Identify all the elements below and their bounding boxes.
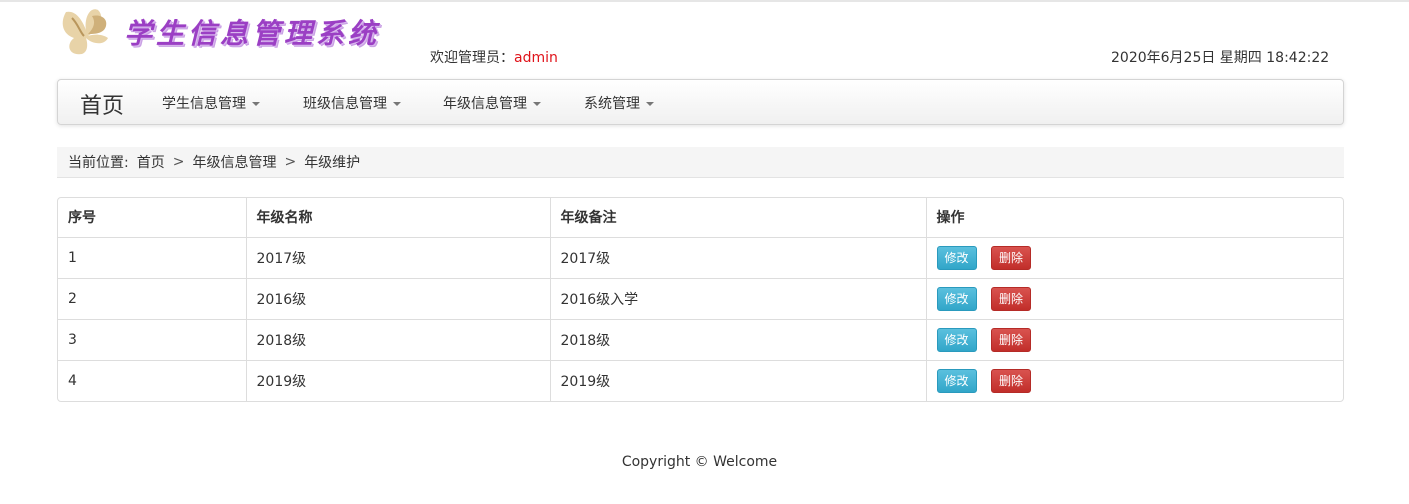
current-datetime: 2020年6月25日 星期四 18:42:22 xyxy=(1111,50,1330,66)
cell-actions: 修改 删除 xyxy=(926,278,1343,320)
nav-menu-label: 班级信息管理 xyxy=(303,96,387,112)
nav-menu-label: 学生信息管理 xyxy=(162,96,246,112)
welcome-message: 欢迎管理员：admin xyxy=(430,47,558,67)
butterfly-logo-icon xyxy=(62,9,108,55)
breadcrumb-separator: > xyxy=(284,154,297,170)
cell-remark: 2017级 xyxy=(550,237,927,279)
welcome-prefix: 欢迎管理员： xyxy=(430,50,514,66)
delete-button[interactable]: 删除 xyxy=(990,286,1031,311)
current-username: admin xyxy=(514,50,558,66)
cell-remark: 2019级 xyxy=(550,360,927,401)
nav-menu-student[interactable]: 学生信息管理 xyxy=(162,93,260,113)
breadcrumb-item-home[interactable]: 首页 xyxy=(137,152,165,172)
grade-table: 序号 年级名称 年级备注 操作 1 2017级 2017级 修改 删除 2 20… xyxy=(58,198,1343,401)
breadcrumb-label: 当前位置: xyxy=(68,155,129,171)
column-header-no: 序号 xyxy=(58,198,247,238)
edit-button[interactable]: 修改 xyxy=(936,286,977,311)
table-row: 1 2017级 2017级 修改 删除 xyxy=(58,237,1343,279)
table-header-row: 序号 年级名称 年级备注 操作 xyxy=(58,198,1343,238)
nav-menu-label: 年级信息管理 xyxy=(443,96,527,112)
edit-button[interactable]: 修改 xyxy=(936,368,977,393)
nav-menu-class[interactable]: 班级信息管理 xyxy=(303,93,401,113)
column-header-actions: 操作 xyxy=(926,198,1343,238)
nav-menu-grade[interactable]: 年级信息管理 xyxy=(443,93,541,113)
delete-button[interactable]: 删除 xyxy=(990,245,1031,270)
cell-no: 3 xyxy=(58,319,247,361)
footer-copyright: Copyright © Welcome xyxy=(621,454,778,470)
table-row: 4 2019级 2019级 修改 删除 xyxy=(58,360,1343,401)
caret-down-icon xyxy=(646,102,654,106)
caret-down-icon xyxy=(393,102,401,106)
edit-button[interactable]: 修改 xyxy=(936,245,977,270)
logo: 学生信息管理系统 xyxy=(58,4,388,60)
table-row: 3 2018级 2018级 修改 删除 xyxy=(58,319,1343,361)
cell-remark: 2018级 xyxy=(550,319,927,361)
column-header-remark: 年级备注 xyxy=(550,198,927,238)
main-navbar: 首页 学生信息管理 班级信息管理 年级信息管理 系统管理 xyxy=(57,79,1344,125)
delete-button[interactable]: 删除 xyxy=(990,368,1031,393)
cell-name: 2018级 xyxy=(246,319,551,361)
top-border xyxy=(0,0,1409,2)
nav-brand-home[interactable]: 首页 xyxy=(80,88,124,120)
nav-menu-system[interactable]: 系统管理 xyxy=(584,93,654,113)
edit-button[interactable]: 修改 xyxy=(936,327,977,352)
cell-no: 2 xyxy=(58,278,247,320)
cell-name: 2019级 xyxy=(246,360,551,401)
cell-actions: 修改 删除 xyxy=(926,360,1343,401)
cell-actions: 修改 删除 xyxy=(926,237,1343,279)
breadcrumb-item-current: 年级维护 xyxy=(304,155,361,171)
breadcrumb-item-grade-management[interactable]: 年级信息管理 xyxy=(192,152,276,172)
cell-name: 2017级 xyxy=(246,237,551,279)
cell-name: 2016级 xyxy=(246,278,551,320)
breadcrumb: 当前位置: 首页 > 年级信息管理 > 年级维护 xyxy=(57,147,1344,178)
cell-no: 1 xyxy=(58,237,247,279)
cell-no: 4 xyxy=(58,360,247,401)
grade-table-container: 序号 年级名称 年级备注 操作 1 2017级 2017级 修改 删除 2 20… xyxy=(57,197,1344,402)
logo-title: 学生信息管理系统 xyxy=(124,17,381,50)
cell-actions: 修改 删除 xyxy=(926,319,1343,361)
nav-menu-label: 系统管理 xyxy=(584,96,640,112)
caret-down-icon xyxy=(252,102,260,106)
table-row: 2 2016级 2016级入学 修改 删除 xyxy=(58,278,1343,320)
delete-button[interactable]: 删除 xyxy=(990,327,1031,352)
breadcrumb-separator: > xyxy=(172,154,185,170)
cell-remark: 2016级入学 xyxy=(550,278,927,320)
caret-down-icon xyxy=(533,102,541,106)
column-header-name: 年级名称 xyxy=(246,198,551,238)
